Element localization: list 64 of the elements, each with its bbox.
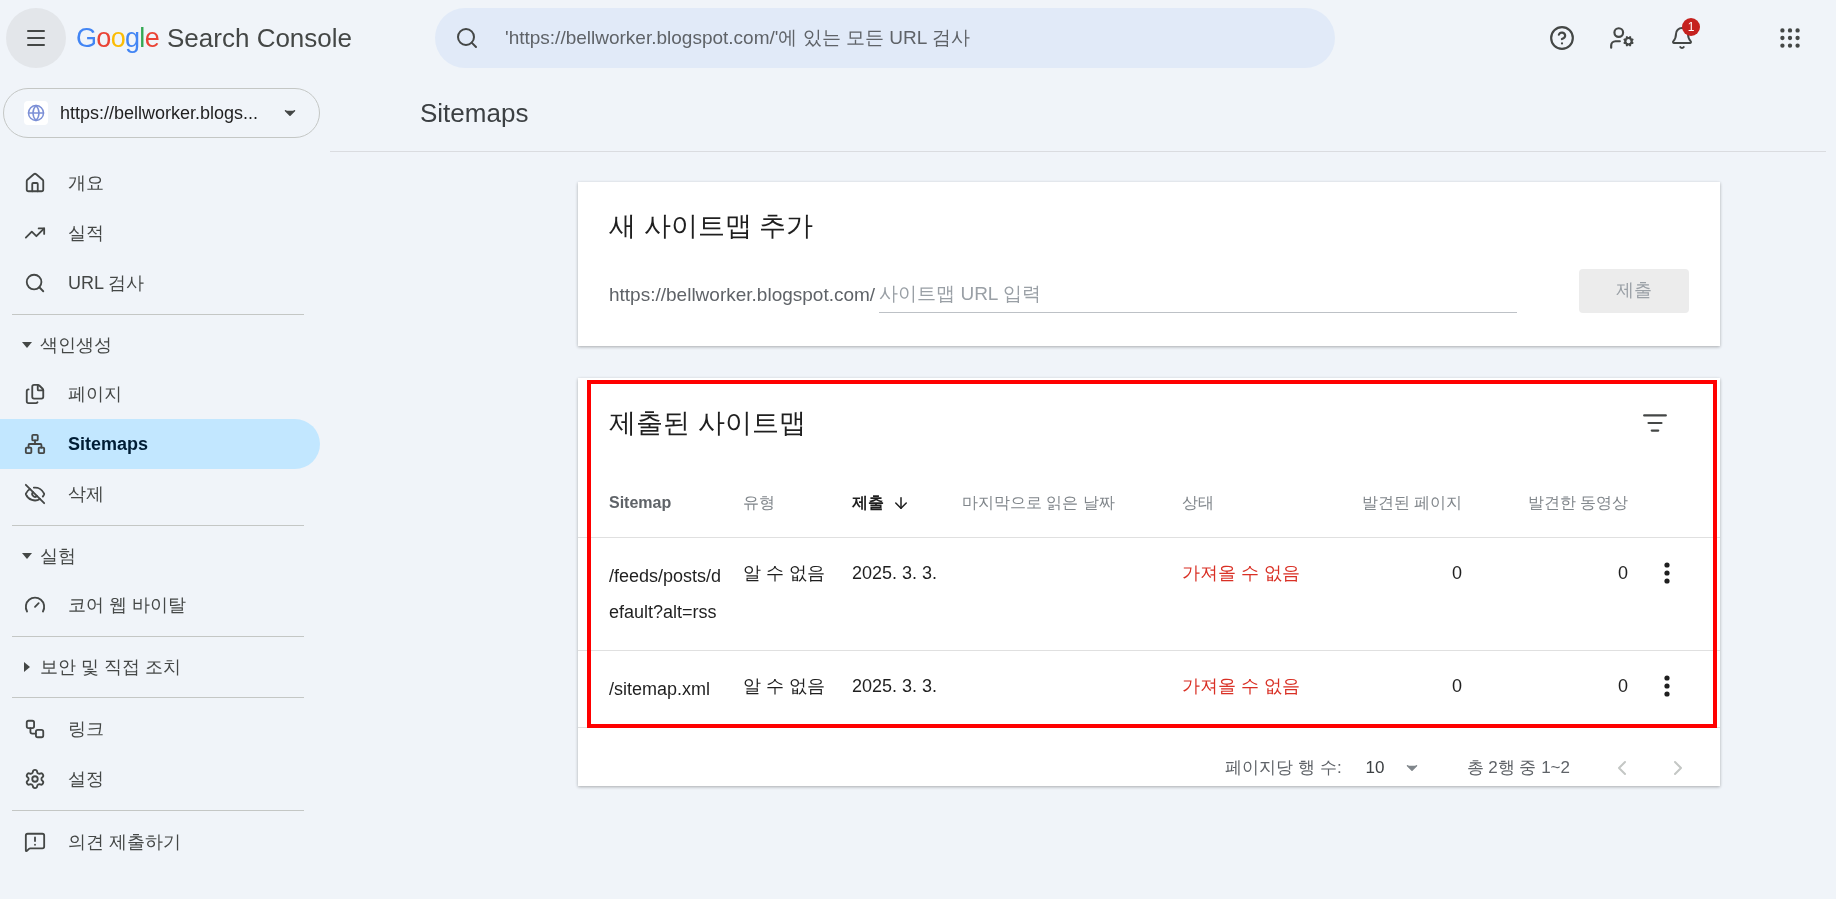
google-logo: Google — [76, 21, 160, 55]
table-cell-text: /sitemap.xml — [609, 678, 712, 701]
column-header[interactable]: Sitemap — [609, 490, 743, 515]
rows-per-page-select[interactable]: 10 — [1365, 755, 1421, 781]
sitemap-tree-icon — [24, 433, 46, 455]
pages-icon — [24, 383, 46, 405]
table-cell-text: 알 수 없음 — [743, 562, 826, 585]
table-cell-text: /feeds/posts/default?alt=rss — [609, 565, 723, 624]
table-cell-text: 0 — [1451, 562, 1462, 585]
page-range: 총 2행 중 1~2 — [1466, 757, 1570, 780]
search-icon — [24, 272, 46, 294]
notifications-button[interactable]: 1 — [1658, 14, 1706, 62]
table-cell-text: 0 — [1451, 675, 1462, 698]
nav-item[interactable]: 실적 — [0, 208, 320, 258]
table-cell-text: 0 — [1617, 675, 1628, 698]
apps-grid-icon — [1777, 25, 1803, 51]
globe-icon — [24, 101, 48, 125]
column-header[interactable]: 유형 — [743, 490, 852, 515]
user-gear-icon — [1609, 25, 1635, 51]
status-cell-text: 가져올 수 없음 — [1182, 675, 1301, 698]
column-header[interactable]: 상태 — [1182, 490, 1352, 515]
table-cell-text: 2025. 3. 3. — [852, 562, 939, 585]
nav-item[interactable]: 개요 — [0, 158, 320, 208]
product-name: Search Console — [167, 21, 353, 55]
column-header[interactable]: 제출 — [852, 490, 962, 515]
section-toggle[interactable]: 실험 — [12, 532, 76, 580]
table-cell-text: 2025. 3. 3. — [852, 675, 939, 698]
eye-off-icon — [24, 483, 46, 505]
property-selector[interactable]: https://bellworker.blogs... — [3, 88, 320, 138]
nav-item[interactable]: 코어 웹 바이탈 — [0, 580, 320, 630]
column-header[interactable]: 발견한 동영상 — [1462, 490, 1628, 515]
nav-item[interactable]: 링크 — [0, 704, 320, 754]
nav-item[interactable]: 의견 제출하기 — [0, 817, 320, 867]
more-icon — [1664, 562, 1670, 584]
caret-icon — [22, 662, 32, 672]
nav-item[interactable]: 설정 — [0, 754, 320, 804]
url-prefix: https://bellworker.blogspot.com/ — [609, 283, 876, 307]
card-title: 새 사이트맵 추가 — [609, 210, 814, 243]
table-cell-text: 알 수 없음 — [743, 675, 826, 698]
feedback-icon — [24, 831, 46, 853]
link-nodes-icon — [24, 718, 46, 740]
caret-icon — [22, 551, 32, 561]
caret-icon — [22, 340, 32, 350]
section-toggle[interactable]: 보안 및 직접 조치 — [12, 643, 181, 691]
search-icon — [455, 26, 479, 50]
home-icon — [24, 172, 46, 194]
sitemap-url-input[interactable]: 사이트맵 URL 입력 — [879, 280, 1518, 313]
page-title: Sitemaps — [420, 97, 529, 130]
section-toggle[interactable]: 색인생성 — [12, 321, 112, 369]
nav-item[interactable]: 페이지 — [0, 369, 320, 419]
nav-item[interactable]: URL 검사 — [0, 258, 320, 308]
notification-count: 1 — [1682, 18, 1700, 36]
status-cell-text: 가져올 수 없음 — [1182, 562, 1301, 585]
nav-item[interactable]: 삭제 — [0, 469, 320, 519]
table-cell-text: 0 — [1617, 562, 1628, 585]
help-icon — [1549, 25, 1575, 51]
card-title: 제출된 사이트맵 — [609, 406, 806, 440]
column-header[interactable]: 발견된 페이지 — [1352, 490, 1462, 515]
more-icon — [1664, 675, 1670, 697]
search-field[interactable]: 'https://bellworker.blogspot.com/'에 있는 모든 URL 검사 — [435, 8, 1335, 68]
column-header[interactable]: 마지막으로 읽은 날짜 — [962, 490, 1182, 515]
nav-item[interactable]: Sitemaps — [0, 419, 320, 469]
rows-per-page-label: 페이지당 행 수: — [1225, 757, 1342, 780]
settings-icon — [24, 768, 46, 790]
